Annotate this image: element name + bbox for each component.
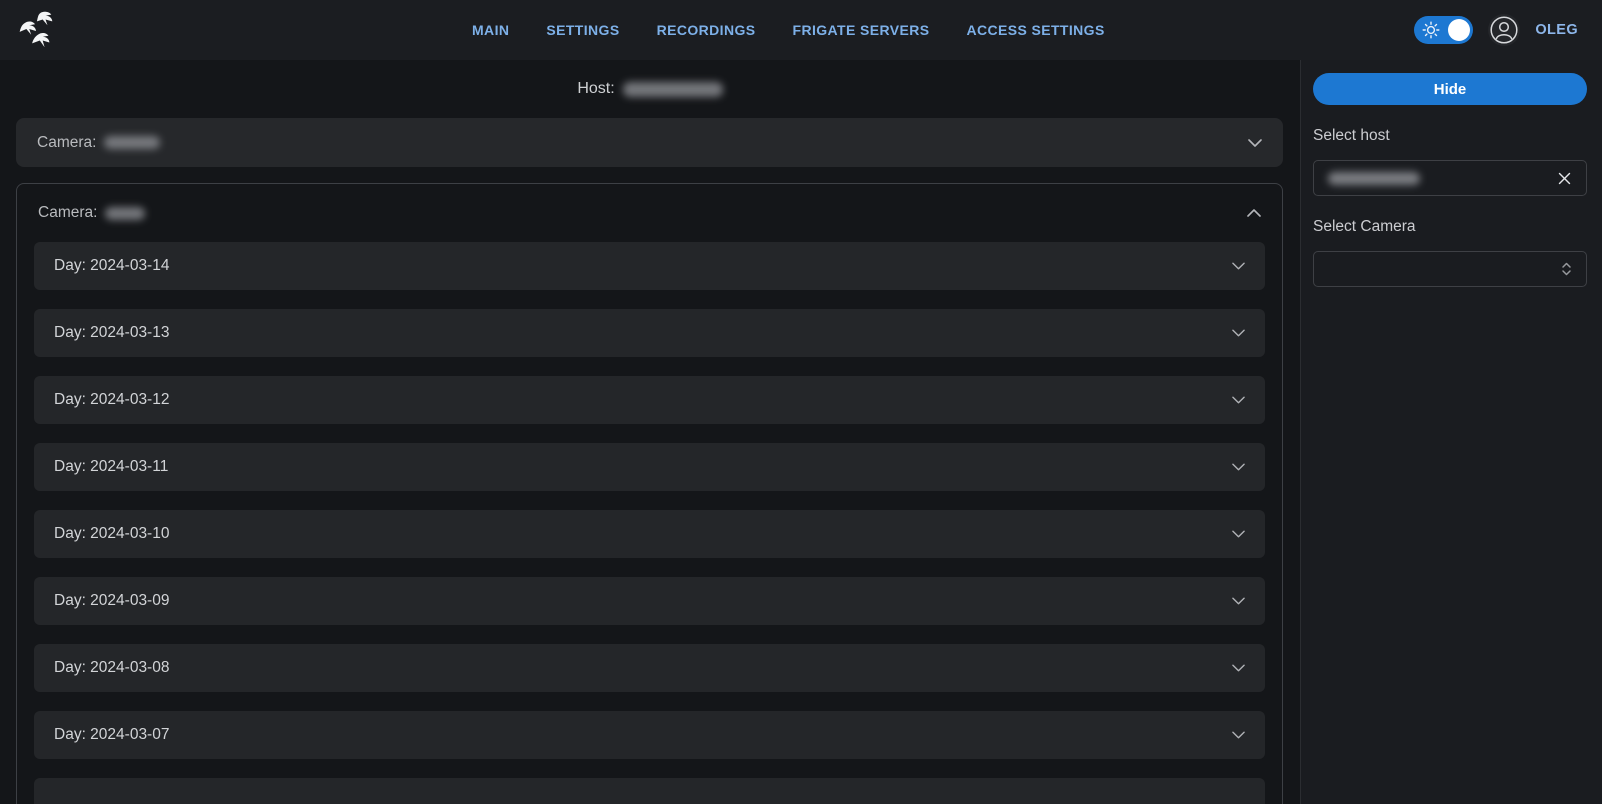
camera-accordion-collapsed[interactable]: Camera: [16,118,1283,167]
chevron-down-icon [1248,139,1262,147]
select-camera-label: Select Camera [1313,218,1587,236]
select-chevrons-icon [1561,261,1572,277]
nav-main[interactable]: MAIN [472,22,509,38]
user-avatar-icon[interactable] [1488,14,1520,46]
day-accordion-row[interactable]: Day: 2024-03-08 [34,644,1265,692]
frigate-logo-icon[interactable] [12,6,58,54]
nav-recordings[interactable]: RECORDINGS [657,22,756,38]
day-label: Day: 2024-03-07 [54,726,169,744]
camera-label-text: Camera: [38,204,97,222]
day-label: Day: 2024-03-12 [54,391,169,409]
camera-select-dropdown[interactable] [1313,251,1587,287]
camera-row-label: Camera: [38,204,145,222]
clear-host-icon[interactable] [1557,171,1572,186]
host-label: Host: [577,80,614,98]
host-select-value-redacted [1328,172,1420,185]
sun-icon [1422,21,1440,44]
chevron-up-icon [1247,209,1261,217]
nav-access-settings[interactable]: ACCESS SETTINGS [966,22,1104,38]
camera-row-label: Camera: [37,134,160,152]
day-accordion-row-partial[interactable] [34,778,1265,804]
theme-toggle[interactable] [1414,16,1473,44]
filter-sidebar: Hide Select host Select Camera [1301,60,1602,804]
camera-accordion-expanded: Camera: Day: 2024-03-14 Day: 2024-03-13 [16,183,1283,804]
top-nav-bar: MAIN SETTINGS RECORDINGS FRIGATE SERVERS… [0,0,1602,60]
chevron-down-icon [1232,329,1245,337]
day-label: Day: 2024-03-11 [54,458,168,476]
camera-label-text: Camera: [37,134,96,152]
camera-name-redacted [104,136,160,149]
day-accordion-row[interactable]: Day: 2024-03-07 [34,711,1265,759]
day-accordion-row[interactable]: Day: 2024-03-09 [34,577,1265,625]
toggle-knob [1448,19,1470,41]
day-accordion-row[interactable]: Day: 2024-03-10 [34,510,1265,558]
chevron-down-icon [1232,396,1245,404]
day-label: Day: 2024-03-13 [54,324,169,342]
day-accordion-row[interactable]: Day: 2024-03-11 [34,443,1265,491]
chevron-down-icon [1232,731,1245,739]
chevron-down-icon [1232,664,1245,672]
chevron-down-icon [1232,463,1245,471]
chevron-down-icon [1232,530,1245,538]
username[interactable]: OLEG [1535,22,1578,38]
day-label: Day: 2024-03-08 [54,659,169,677]
day-label: Day: 2024-03-14 [54,257,169,275]
host-value-redacted [623,82,723,97]
recordings-main-panel: Host: Camera: Camera: [0,60,1300,804]
select-host-label: Select host [1313,127,1587,145]
host-line: Host: [0,77,1300,101]
chevron-down-icon [1232,597,1245,605]
page-body: Host: Camera: Camera: [0,60,1602,804]
main-nav: MAIN SETTINGS RECORDINGS FRIGATE SERVERS… [472,0,1105,60]
day-accordion-row[interactable]: Day: 2024-03-13 [34,309,1265,357]
header-right-cluster: OLEG [1414,0,1578,60]
day-accordion-row[interactable]: Day: 2024-03-12 [34,376,1265,424]
day-accordion-row[interactable]: Day: 2024-03-14 [34,242,1265,290]
camera-name-redacted [105,207,145,220]
host-select-input[interactable] [1313,160,1587,196]
nav-frigate-servers[interactable]: FRIGATE SERVERS [792,22,929,38]
day-label: Day: 2024-03-10 [54,525,169,543]
hide-button[interactable]: Hide [1313,73,1587,105]
app-root: MAIN SETTINGS RECORDINGS FRIGATE SERVERS… [0,0,1602,804]
camera-accordion-header[interactable]: Camera: [17,184,1282,242]
day-label: Day: 2024-03-09 [54,592,169,610]
nav-settings[interactable]: SETTINGS [546,22,619,38]
chevron-down-icon [1232,262,1245,270]
